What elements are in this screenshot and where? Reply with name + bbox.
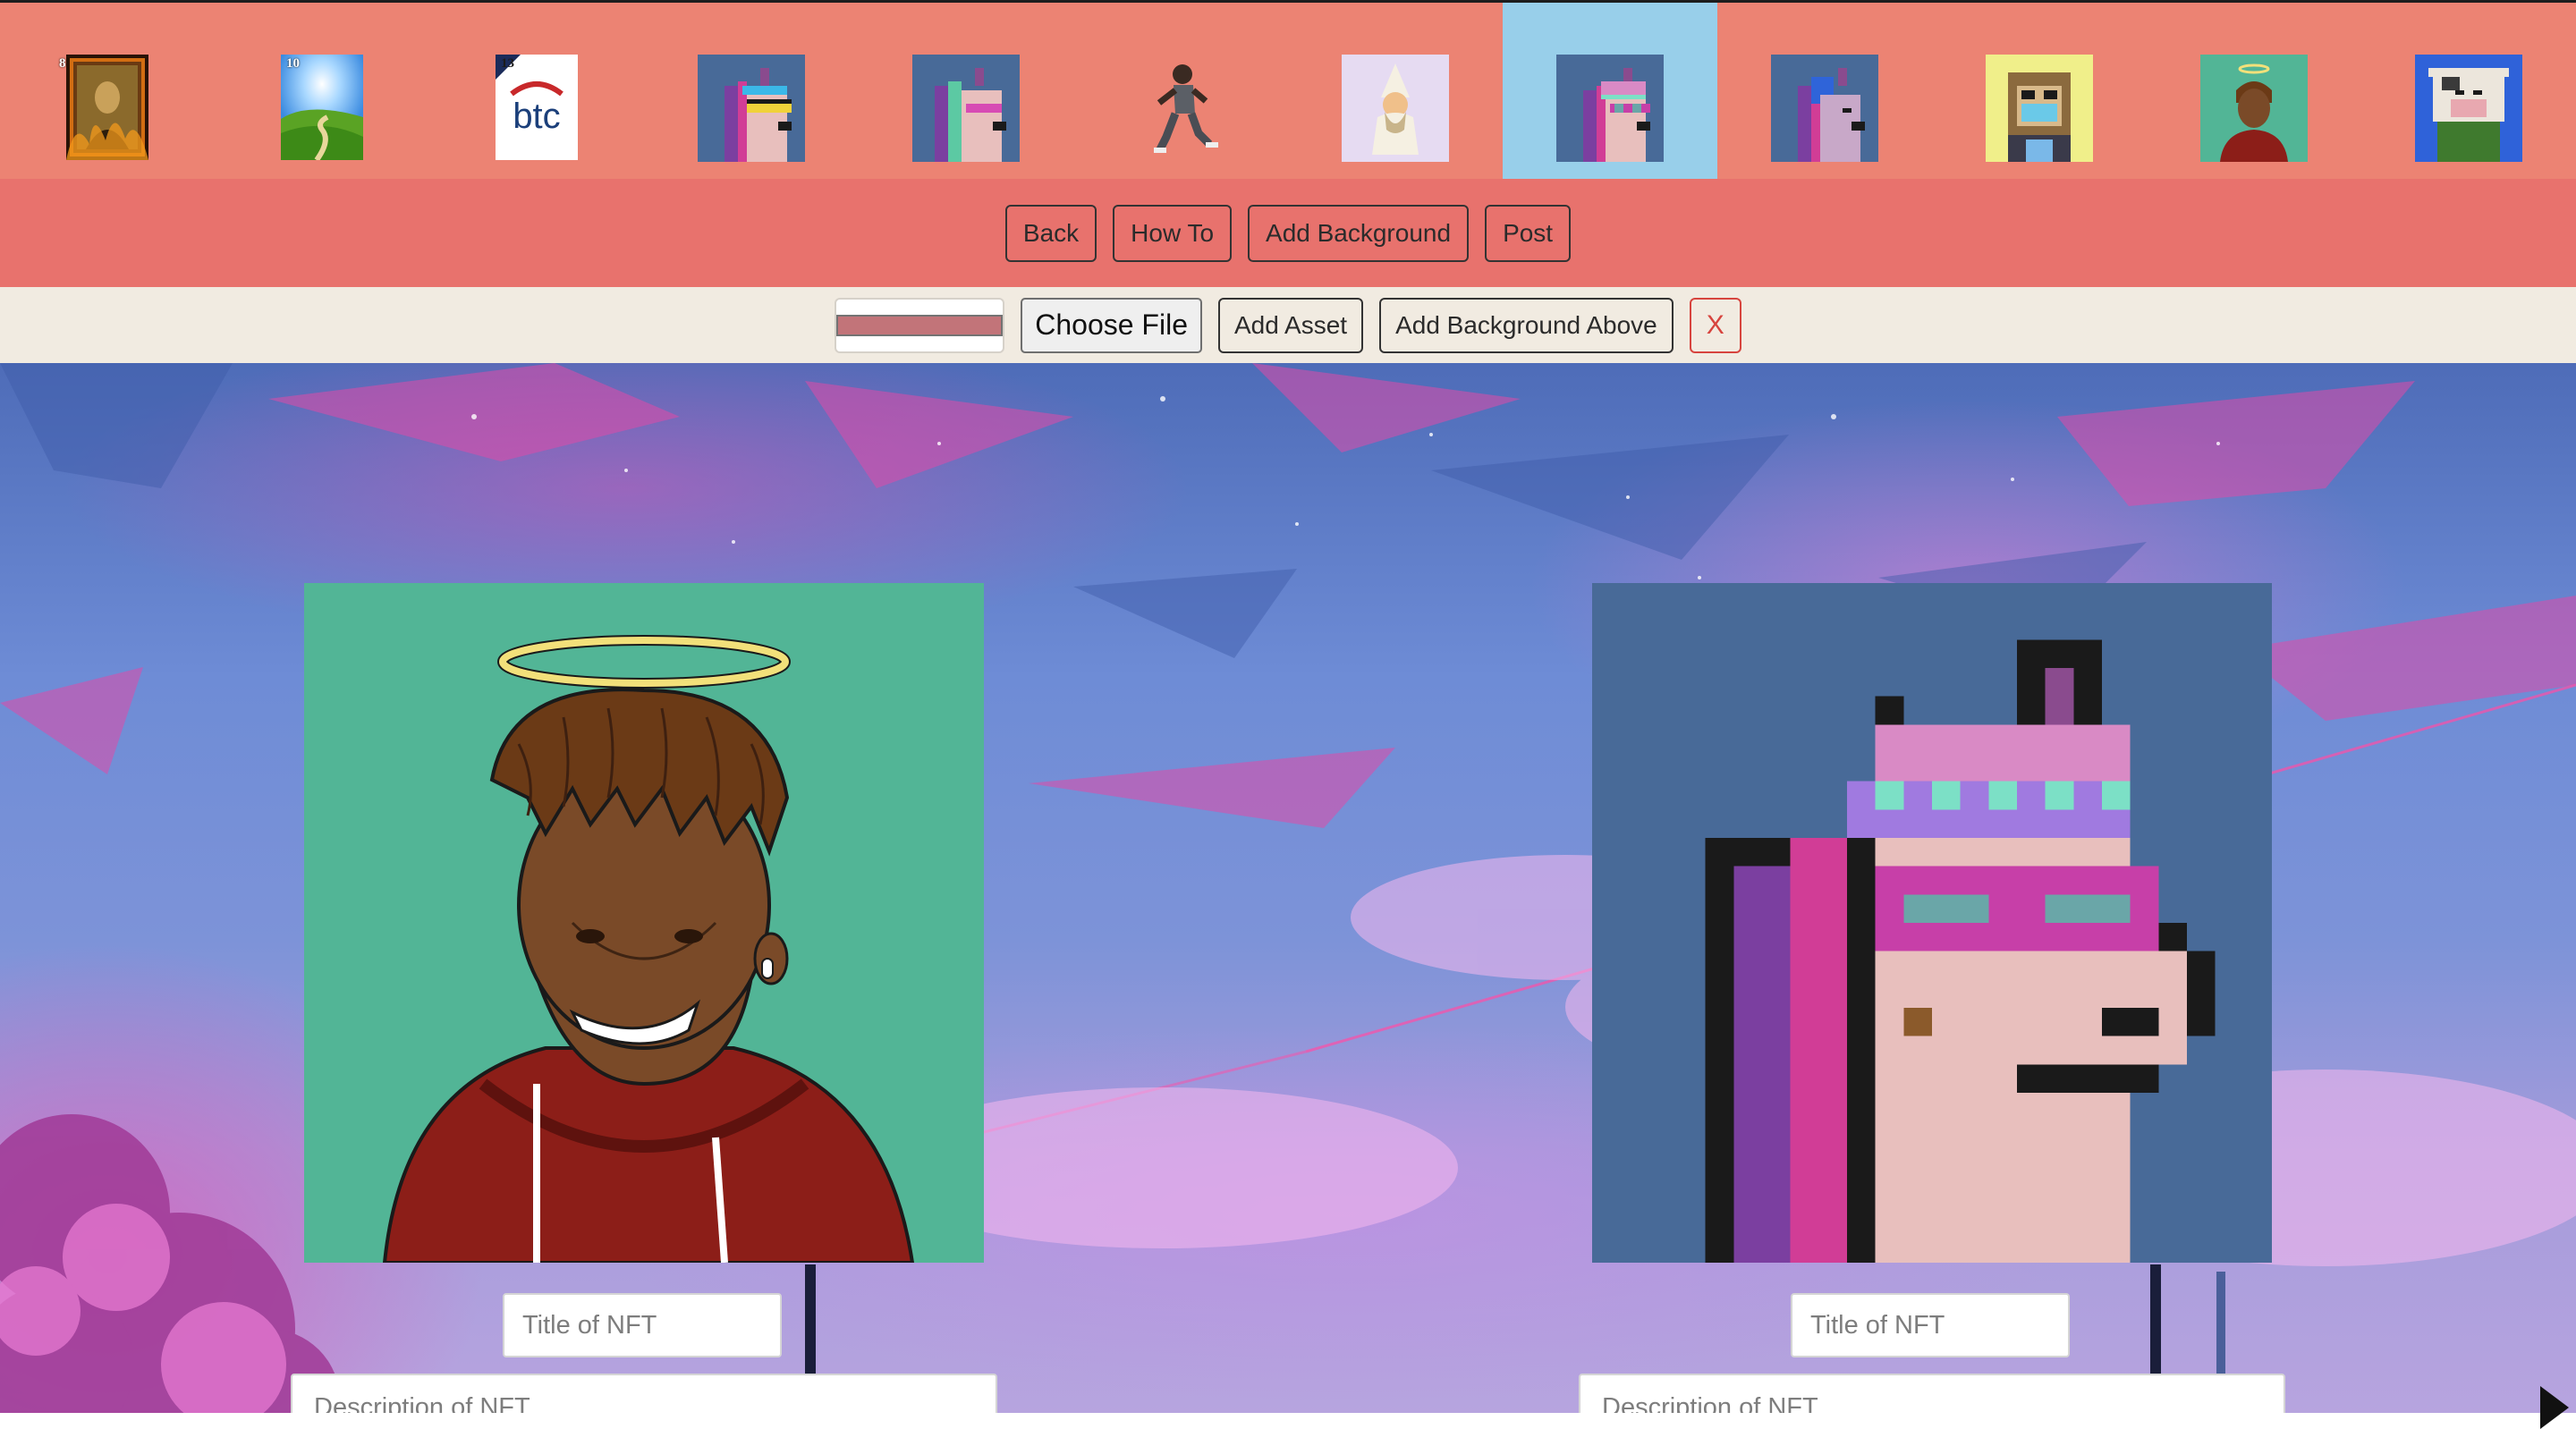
editor-canvas bbox=[0, 363, 2576, 1413]
add-asset-button[interactable]: Add Asset bbox=[1217, 297, 1364, 353]
nft-thumbnail-9[interactable] bbox=[1717, 3, 1932, 179]
nft-card-left-image[interactable] bbox=[304, 583, 984, 1263]
thumbnail-number: 10 bbox=[286, 56, 300, 71]
nft-thumbnail-6[interactable] bbox=[1073, 3, 1288, 179]
svg-text:btc: btc bbox=[513, 97, 560, 136]
monkey-mask-thumbnail-image bbox=[1986, 55, 2093, 162]
add-background-above-button[interactable]: Add Background Above bbox=[1379, 297, 1674, 353]
choose-file-button[interactable]: Choose File bbox=[1021, 297, 1202, 353]
nft-thumbnail-7[interactable] bbox=[1288, 3, 1503, 179]
left-nft-description-input[interactable] bbox=[291, 1374, 997, 1413]
running-figure-thumbnail-image bbox=[1127, 55, 1234, 162]
nft-card-right-image[interactable] bbox=[1592, 583, 2272, 1263]
cow-hoodie-thumbnail-image bbox=[2415, 55, 2522, 162]
wizard-thumbnail-image bbox=[1342, 55, 1449, 162]
close-button[interactable]: X bbox=[1689, 297, 1741, 353]
btc-logo-thumbnail-image: btc 13 bbox=[496, 55, 578, 160]
back-button[interactable]: Back bbox=[1004, 204, 1097, 262]
nft-thumbnail-8-selected[interactable] bbox=[1503, 3, 1717, 179]
how-to-button[interactable]: How To bbox=[1113, 204, 1233, 262]
thumbnail-number: 8 bbox=[59, 56, 66, 71]
nft-thumbnail-3[interactable]: btc 13 bbox=[429, 3, 644, 179]
color-swatch bbox=[836, 314, 1004, 336]
mona-lisa-thumbnail-image: 8 bbox=[54, 55, 161, 162]
nft-thumbnail-12[interactable] bbox=[2361, 3, 2576, 179]
nft-thumbnail-11[interactable] bbox=[2147, 3, 2361, 179]
right-nft-title-input[interactable] bbox=[1791, 1293, 2070, 1357]
unicorn-green-hair-thumbnail-image bbox=[912, 55, 1020, 162]
nft-thumbnail-4[interactable] bbox=[644, 3, 859, 179]
left-nft-title-input[interactable] bbox=[503, 1293, 782, 1357]
mouse-pointer-icon bbox=[2540, 1386, 2569, 1429]
add-background-button[interactable]: Add Background bbox=[1248, 204, 1470, 262]
nft-thumbnail-1[interactable]: 8 bbox=[0, 3, 215, 179]
asset-toolbar: Choose File Add Asset Add Background Abo… bbox=[0, 287, 2576, 363]
green-hills-thumbnail-image: 10 bbox=[281, 55, 363, 160]
right-nft-description-input[interactable] bbox=[1579, 1374, 2285, 1413]
nft-thumbnail-5[interactable] bbox=[859, 3, 1073, 179]
nft-thumbnail-strip: 8 10 btc 13 bbox=[0, 0, 2576, 179]
unicorn-blue-hair-thumbnail-image bbox=[1771, 55, 1878, 162]
post-button[interactable]: Post bbox=[1485, 204, 1572, 262]
thumbnail-number: 13 bbox=[501, 56, 514, 71]
unicorn-pink-beanie-thumbnail-image bbox=[1556, 55, 1664, 162]
main-toolbar: Back How To Add Background Post bbox=[0, 179, 2576, 287]
nft-thumbnail-10[interactable] bbox=[1932, 3, 2147, 179]
nft-thumbnail-2[interactable]: 10 bbox=[215, 3, 429, 179]
unicorn-visor-thumbnail-image bbox=[698, 55, 805, 162]
color-picker[interactable] bbox=[835, 297, 1005, 353]
angel-portrait-thumbnail-image bbox=[2200, 55, 2308, 162]
